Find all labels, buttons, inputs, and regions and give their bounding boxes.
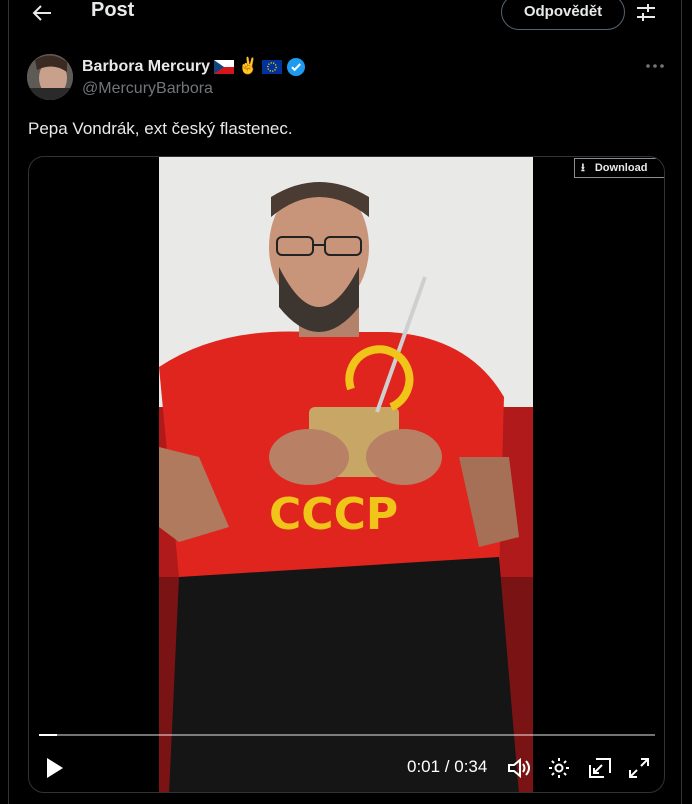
reply-button[interactable]: Odpovědět bbox=[501, 0, 625, 30]
download-button[interactable]: ⭳ Download bbox=[574, 158, 664, 178]
progress-bar[interactable] bbox=[39, 734, 655, 736]
avatar[interactable] bbox=[27, 54, 73, 100]
progress-fill bbox=[39, 734, 58, 736]
download-icon: ⭳ bbox=[581, 161, 585, 174]
video-player[interactable]: CCCP ⭳ Download 0:01 / 0:34 bbox=[28, 156, 665, 793]
author-name-row: Barbora Mercury ✌ bbox=[82, 57, 306, 77]
tweet-text: Pepa Vondrák, ext český flastenec. bbox=[28, 119, 293, 138]
page-title: Post bbox=[91, 0, 135, 21]
play-icon[interactable] bbox=[45, 757, 65, 779]
picture-in-picture-icon[interactable] bbox=[588, 757, 612, 779]
author-name[interactable]: Barbora Mercury bbox=[82, 58, 210, 76]
author-handle[interactable]: @MercuryBarbora bbox=[82, 80, 213, 98]
fullscreen-icon[interactable] bbox=[628, 757, 650, 779]
more-icon[interactable] bbox=[645, 56, 665, 76]
video-time: 0:01 / 0:34 bbox=[407, 757, 488, 776]
post-column: Post Odpovědět Barbora Mercury ✌ @Mercur… bbox=[8, 0, 682, 804]
back-arrow-icon[interactable] bbox=[31, 0, 53, 26]
verified-badge-icon[interactable] bbox=[286, 57, 306, 77]
post-header: Post Odpovědět bbox=[9, 0, 681, 30]
volume-icon[interactable] bbox=[507, 757, 531, 779]
sliders-icon[interactable] bbox=[635, 2, 657, 24]
shirt-text: CCCP bbox=[269, 489, 398, 540]
eu-flag-icon bbox=[261, 60, 282, 74]
video-frame[interactable]: CCCP bbox=[159, 157, 533, 792]
czech-flag-icon bbox=[214, 60, 235, 74]
gear-icon[interactable] bbox=[547, 756, 571, 780]
victory-hand-icon: ✌ bbox=[238, 58, 258, 75]
download-label: Download bbox=[594, 162, 648, 174]
